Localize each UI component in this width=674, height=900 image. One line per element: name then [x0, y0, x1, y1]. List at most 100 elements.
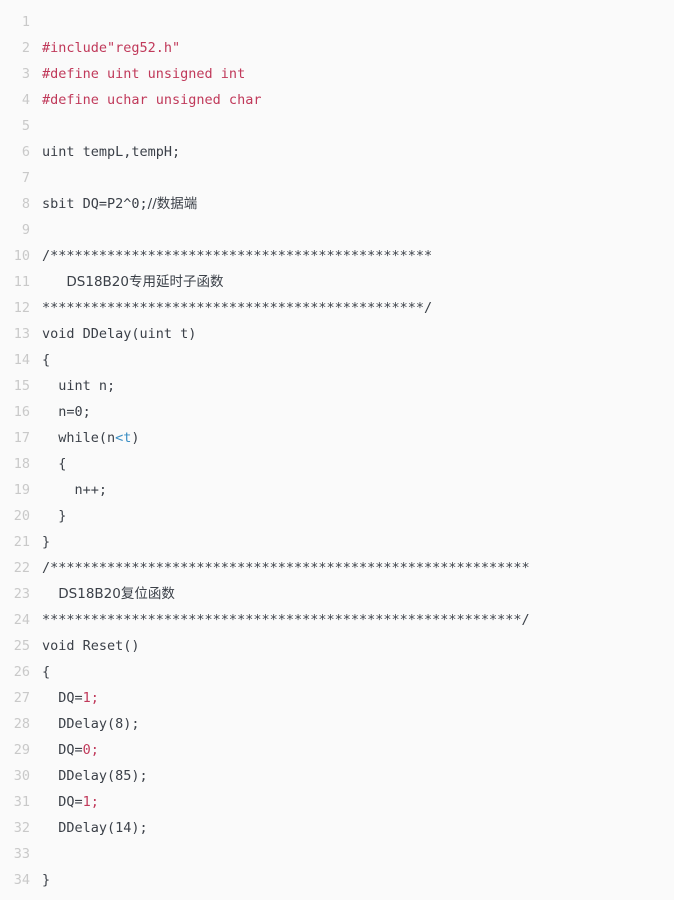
code-line: 13 void DDelay(uint t) [0, 321, 674, 347]
line-number: 6 [21, 144, 30, 160]
code-line: 7 [0, 165, 674, 191]
line-number: 19 [13, 482, 30, 498]
line-content[interactable]: DDelay(14); [30, 815, 148, 841]
code-line: 23 DS18B20复位函数 [0, 581, 674, 607]
comment-title-delay: DS18B20专用延时子函数 [66, 274, 224, 290]
line-number: 10 [13, 248, 30, 264]
comment-banner-bottom: ****************************************… [42, 300, 433, 316]
line-content[interactable]: { [30, 659, 50, 685]
line-content[interactable]: #define uchar unsigned char [30, 87, 261, 113]
line-number: 4 [21, 92, 30, 108]
function-signature-reset: void Reset() [42, 638, 140, 654]
sbit-declaration: sbit DQ=P2^0; [42, 196, 148, 212]
line-content[interactable]: DS18B20专用延时子函数 [30, 269, 223, 295]
line-content[interactable]: DQ=0; [30, 737, 99, 763]
line-number: 26 [13, 664, 30, 680]
line-content[interactable]: DS18B20复位函数 [30, 581, 175, 607]
line-number: 32 [13, 820, 30, 836]
line-content[interactable]: n++; [30, 477, 108, 503]
line-number: 23 [13, 586, 30, 602]
line-number: 34 [13, 872, 30, 888]
line-content[interactable]: ****************************************… [30, 295, 432, 321]
line-number: 21 [13, 534, 30, 550]
line-number: 9 [21, 222, 30, 238]
call-ddelay: DDelay(8); [42, 716, 140, 732]
code-line: 14 { [0, 347, 674, 373]
comment-title-reset: DS18B20复位函数 [58, 586, 175, 602]
comment-indent [42, 274, 66, 290]
line-number: 7 [21, 170, 30, 186]
line-number: 28 [13, 716, 30, 732]
line-content[interactable]: /***************************************… [30, 555, 530, 581]
numeric-literal: 1 [82, 794, 91, 810]
code-line: 28 DDelay(8); [0, 711, 674, 737]
open-brace: { [42, 664, 51, 680]
line-content[interactable]: } [30, 529, 50, 555]
close-paren: ) [131, 430, 140, 446]
line-content[interactable]: void DDelay(uint t) [30, 321, 196, 347]
line-number: 25 [13, 638, 30, 654]
code-line: 32 DDelay(14); [0, 815, 674, 841]
code-line: 10 /************************************… [0, 243, 674, 269]
code-line: 15 uint n; [0, 373, 674, 399]
code-line: 22 /************************************… [0, 555, 674, 581]
code-line: 33 [0, 841, 674, 867]
code-line: 9 [0, 217, 674, 243]
line-number: 31 [13, 794, 30, 810]
line-number: 17 [13, 430, 30, 446]
line-content[interactable]: while(n<t) [30, 425, 140, 451]
numeric-literal: 0 [82, 742, 91, 758]
line-content[interactable]: ****************************************… [30, 607, 530, 633]
statement-uint-n: uint n; [42, 378, 116, 394]
close-brace: } [42, 534, 51, 550]
line-content[interactable]: uint n; [30, 373, 115, 399]
code-line: 11 DS18B20专用延时子函数 [0, 269, 674, 295]
line-content[interactable]: uint tempL,tempH; [30, 139, 180, 165]
code-editor[interactable]: 1 2 #include"reg52.h" 3 #define uint uns… [0, 0, 674, 900]
line-content[interactable]: DDelay(85); [30, 763, 148, 789]
line-content[interactable]: } [30, 867, 50, 893]
code-line: 17 while(n<t) [0, 425, 674, 451]
statement-n-assign: n=0; [42, 404, 91, 420]
statement-increment: n++; [42, 482, 108, 498]
line-number: 11 [13, 274, 30, 290]
line-number: 3 [21, 66, 30, 82]
line-number: 27 [13, 690, 30, 706]
numeric-literal: 1 [82, 690, 91, 706]
line-number: 29 [13, 742, 30, 758]
line-content[interactable]: DQ=1; [30, 789, 99, 815]
function-signature-ddelay: void DDelay(uint t) [42, 326, 197, 342]
line-content[interactable]: DQ=1; [30, 685, 99, 711]
line-content[interactable]: sbit DQ=P2^0;//数据端 [30, 191, 197, 217]
line-content[interactable]: { [30, 347, 50, 373]
line-content[interactable]: } [30, 503, 66, 529]
code-line: 20 } [0, 503, 674, 529]
line-content[interactable]: n=0; [30, 399, 91, 425]
line-content[interactable]: DDelay(8); [30, 711, 140, 737]
line-content[interactable]: void Reset() [30, 633, 140, 659]
line-content[interactable]: #define uint unsigned int [30, 61, 245, 87]
call-ddelay: DDelay(14); [42, 820, 148, 836]
call-ddelay: DDelay(85); [42, 768, 148, 784]
code-line: 29 DQ=0; [0, 737, 674, 763]
variable-declaration: uint tempL,tempH; [42, 144, 181, 160]
while-keyword: while(n [42, 430, 116, 446]
semicolon: ; [90, 794, 99, 810]
open-brace: { [42, 352, 51, 368]
line-content[interactable]: { [30, 451, 66, 477]
code-line: 18 { [0, 451, 674, 477]
code-line: 12 *************************************… [0, 295, 674, 321]
line-number: 24 [13, 612, 30, 628]
line-content[interactable]: #include"reg52.h" [30, 35, 180, 61]
line-content[interactable]: /***************************************… [30, 243, 432, 269]
code-line: 21 } [0, 529, 674, 555]
close-brace: } [42, 508, 67, 524]
inline-comment: //数据端 [147, 196, 198, 212]
line-number: 22 [13, 560, 30, 576]
line-number: 30 [13, 768, 30, 784]
code-line: 5 [0, 113, 674, 139]
close-brace: } [42, 872, 51, 888]
code-line: 4 #define uchar unsigned char [0, 87, 674, 113]
comment-banner-top: /***************************************… [42, 560, 530, 576]
line-number: 8 [21, 196, 30, 212]
